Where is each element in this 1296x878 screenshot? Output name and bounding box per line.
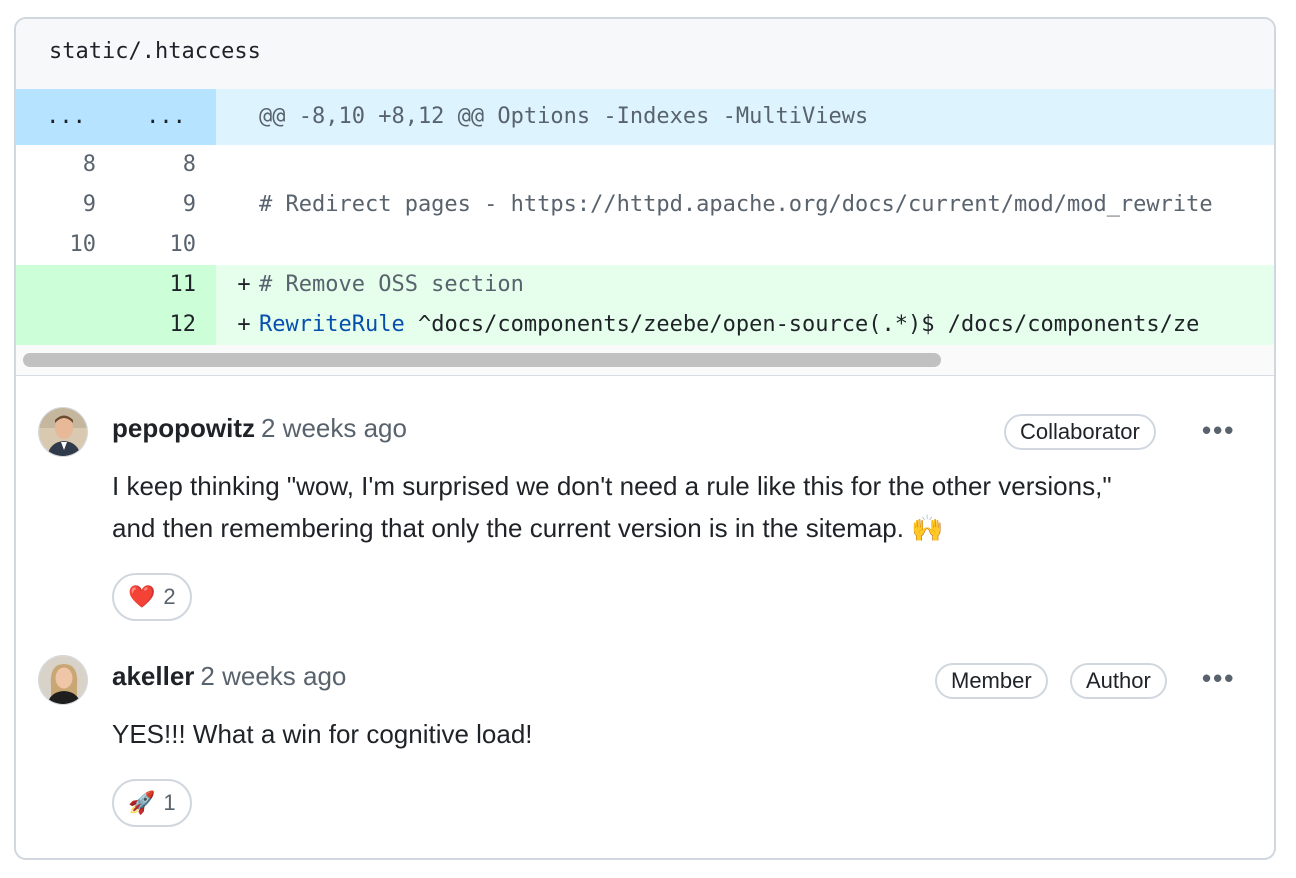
old-line-number[interactable] xyxy=(16,305,116,345)
reaction-count: 1 xyxy=(163,790,176,815)
expand-new-button[interactable]: ... xyxy=(116,89,216,145)
file-path[interactable]: static/.htaccess xyxy=(49,39,261,64)
new-line-number[interactable]: 9 xyxy=(116,185,216,225)
avatar[interactable] xyxy=(38,655,88,705)
diff-added-line: 11 + # Remove OSS section xyxy=(16,265,1274,305)
old-line-number[interactable]: 10 xyxy=(16,225,116,265)
code-keyword: RewriteRule xyxy=(259,312,405,337)
expand-old-button[interactable]: ... xyxy=(16,89,116,145)
old-line-number[interactable]: 8 xyxy=(16,145,116,185)
code-line: # Remove OSS section xyxy=(259,272,524,297)
code-text: ^docs/components/zeebe/open-source(.*)$ … xyxy=(404,312,1200,337)
diff-line: 8 8 xyxy=(16,145,1274,185)
code-line: RewriteRule ^docs/components/zeebe/open-… xyxy=(259,305,1199,345)
comment-body-line: YES!!! What a win for cognitive load! xyxy=(112,719,533,749)
diff-view: ... ... @@ -8,10 +8,12 @@ Options -Index… xyxy=(16,89,1274,345)
comment-body-line: and then remembering that only the curre… xyxy=(112,513,944,543)
comment-body: YES!!! What a win for cognitive load! xyxy=(112,713,1232,755)
horizontal-scrollbar[interactable] xyxy=(16,345,1274,376)
comment-timestamp[interactable]: 2 weeks ago xyxy=(261,413,407,443)
scrollbar-thumb[interactable] xyxy=(23,353,941,367)
hunk-header-row[interactable]: ... ... @@ -8,10 +8,12 @@ Options -Index… xyxy=(16,89,1274,145)
heart-icon: ❤️ xyxy=(128,584,156,609)
added-marker: + xyxy=(237,272,251,297)
hunk-header-text: @@ -8,10 +8,12 @@ Options -Indexes -Mult… xyxy=(259,104,869,129)
added-marker: + xyxy=(237,312,251,337)
code-line: # Redirect pages - https://httpd.apache.… xyxy=(259,192,1213,217)
diff-line: 10 10 xyxy=(16,225,1274,265)
rocket-icon: 🚀 xyxy=(128,790,156,815)
author-name-link[interactable]: pepopowitz xyxy=(112,413,255,443)
new-line-number[interactable]: 11 xyxy=(116,265,216,305)
avatar[interactable] xyxy=(38,407,88,457)
author-name-link[interactable]: akeller xyxy=(112,661,194,691)
avatar-akeller-icon xyxy=(39,656,87,704)
author-badge: Author xyxy=(1070,663,1167,699)
diff-added-line: 12 + RewriteRule ^docs/components/zeebe/… xyxy=(16,305,1274,345)
avatar-pepopowitz-icon xyxy=(39,408,87,456)
reaction-rocket-button[interactable]: 🚀 1 xyxy=(112,779,192,827)
comment-author: akeller 2 weeks ago xyxy=(112,661,346,692)
new-line-number[interactable]: 12 xyxy=(116,305,216,345)
comment-options-icon[interactable]: ••• xyxy=(1202,415,1235,446)
old-line-number[interactable] xyxy=(16,265,116,305)
comment-options-icon[interactable]: ••• xyxy=(1202,663,1235,694)
comment-body-line: I keep thinking "wow, I'm surprised we d… xyxy=(112,471,1112,501)
collaborator-badge: Collaborator xyxy=(1004,414,1156,450)
diff-line: 9 9 # Redirect pages - https://httpd.apa… xyxy=(16,185,1274,225)
comment-author: pepopowitz 2 weeks ago xyxy=(112,413,407,444)
comment-timestamp[interactable]: 2 weeks ago xyxy=(200,661,346,691)
reaction-count: 2 xyxy=(163,584,176,609)
review-comment: pepopowitz 2 weeks ago Collaborator ••• I… xyxy=(16,375,1274,625)
old-line-number[interactable]: 9 xyxy=(16,185,116,225)
new-line-number[interactable]: 8 xyxy=(116,145,216,185)
file-header: static/.htaccess xyxy=(16,19,1274,90)
diff-comment-card: static/.htaccess ... ... @@ -8,10 +8,12 … xyxy=(14,17,1276,860)
review-comment: akeller 2 weeks ago Member Author ••• YES… xyxy=(16,625,1274,855)
comment-body: I keep thinking "wow, I'm surprised we d… xyxy=(112,465,1232,549)
reaction-heart-button[interactable]: ❤️ 2 xyxy=(112,573,192,621)
member-badge: Member xyxy=(935,663,1048,699)
new-line-number[interactable]: 10 xyxy=(116,225,216,265)
